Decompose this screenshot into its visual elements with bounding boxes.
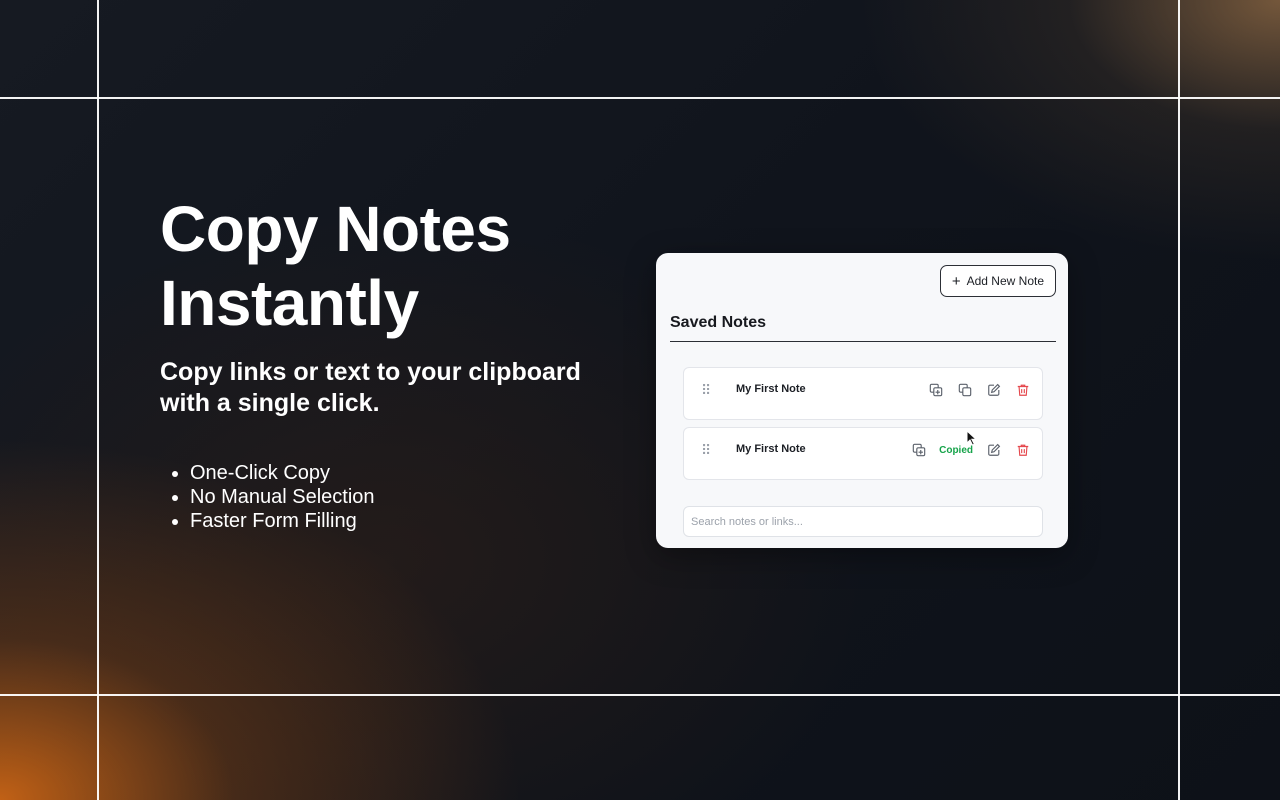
feature-list: One-Click Copy No Manual Selection Faste… [160,461,375,533]
hero-subheadline: Copy links or text to your clipboard wit… [160,358,581,417]
edit-icon[interactable] [985,382,1002,399]
duplicate-icon[interactable] [910,442,927,459]
grid-line-top [0,97,1280,99]
copied-status: Copied [939,444,973,456]
note-title: My First Note [736,383,806,395]
drag-handle-icon[interactable]: ⠿ [701,442,711,459]
add-new-note-button[interactable]: + Add New Note [939,265,1056,297]
copy-icon[interactable] [956,382,973,399]
duplicate-icon[interactable] [927,382,944,399]
note-actions [927,382,1031,398]
search-input[interactable] [683,506,1043,537]
saved-notes-panel: + Add New Note Saved Notes ⠿ My First No… [656,253,1068,548]
feature-item: No Manual Selection [190,485,375,509]
grid-line-left [97,0,99,800]
mouse-cursor-icon [966,430,978,446]
drag-handle-icon[interactable]: ⠿ [701,382,711,399]
feature-item: Faster Form Filling [190,509,375,533]
add-new-note-label: Add New Note [966,274,1044,288]
grid-line-bottom [0,694,1280,696]
trash-icon[interactable] [1014,442,1031,459]
hero-headline: Copy Notes Instantly [160,193,511,339]
grid-line-right [1178,0,1180,800]
note-title: My First Note [736,443,806,455]
trash-icon[interactable] [1014,382,1031,399]
saved-notes-title: Saved Notes [670,314,1056,342]
feature-item: One-Click Copy [190,461,375,485]
note-card[interactable]: ⠿ My First Note Copied [683,427,1043,480]
plus-icon: + [951,272,961,290]
note-card[interactable]: ⠿ My First Note [683,367,1043,420]
edit-icon[interactable] [985,442,1002,459]
